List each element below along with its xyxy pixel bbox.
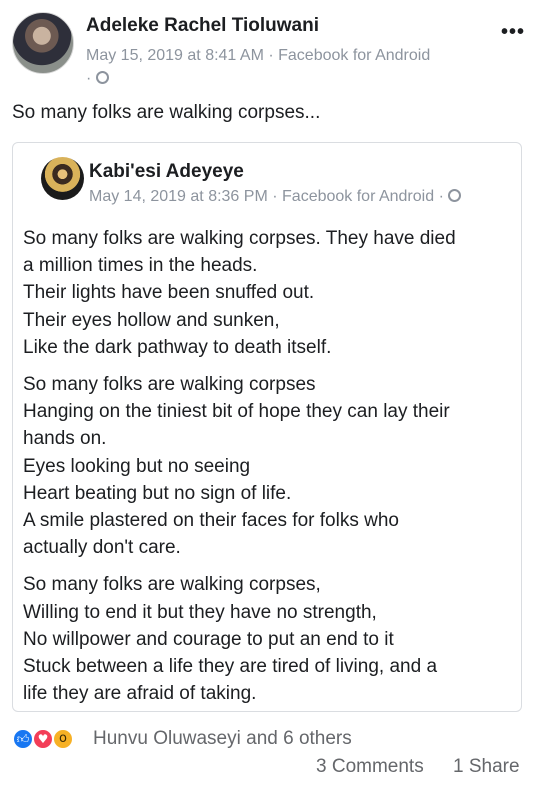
text-line: a million times in the heads.	[23, 255, 258, 277]
text-line: Their lights have been snuffed out.	[23, 282, 315, 304]
shared-post-meta: May 14, 2019 at 8:36 PM · Facebook for A…	[89, 188, 462, 206]
post-text: So many folks are walking corpses...	[12, 102, 321, 123]
love-icon: ♥	[32, 728, 54, 750]
post-source: Facebook for Android	[278, 47, 431, 64]
text-line: Heart beating but no sign of life.	[23, 482, 292, 504]
text-line: Hanging on the tiniest bit of hope they …	[23, 401, 450, 423]
text-line: So many folks are walking corpses	[23, 374, 316, 396]
text-line: So many folks are walking corpses. They …	[23, 228, 456, 249]
text-line: Eyes looking but no seeing	[23, 455, 251, 477]
shares-count[interactable]: 1 Share	[453, 756, 520, 778]
text-line: A smile plastered on their faces for fol…	[23, 510, 399, 532]
author-avatar[interactable]	[12, 12, 74, 74]
reactions-summary[interactable]: Hunvu Oluwaseyi and 6 others	[93, 728, 352, 750]
meta-separator: ·	[438, 188, 444, 205]
globe-icon	[448, 189, 462, 202]
post-date[interactable]: May 15, 2019 at 8:41 AM	[86, 47, 264, 64]
like-icon: 👍︎	[12, 728, 34, 750]
text-line: life they are afraid of taking.	[23, 683, 257, 705]
meta-separator: ·	[272, 188, 278, 205]
paragraph: So many folks are walking corpses, Willi…	[23, 571, 515, 707]
text-line: No willpower and courage to put an end t…	[23, 628, 394, 650]
post-meta: May 15, 2019 at 8:41 AM · Facebook for A…	[86, 44, 506, 90]
text-line: Their eyes hollow and sunken,	[23, 309, 280, 331]
text-line: Willing to end it but they have no stren…	[23, 601, 377, 623]
shared-post-date[interactable]: May 14, 2019 at 8:36 PM	[89, 188, 268, 205]
post-header: Adeleke Rachel Tioluwani May 15, 2019 at…	[12, 12, 527, 90]
paragraph: So many folks are walking corpses. They …	[23, 225, 515, 361]
shared-post-source: Facebook for Android	[282, 188, 435, 205]
text-line: actually don't care.	[23, 537, 181, 559]
wow-icon: o	[52, 728, 74, 750]
meta-separator: ·	[86, 70, 92, 87]
text-line: So many folks are walking corpses,	[23, 574, 321, 596]
shared-post-body: So many folks are walking corpses. They …	[23, 225, 515, 717]
paragraph: So many folks are walking corpses Hangin…	[23, 371, 515, 561]
text-line: Stuck between a life they are tired of l…	[23, 656, 438, 678]
more-options-button[interactable]: •••	[501, 21, 525, 44]
text-line: Like the dark pathway to death itself.	[23, 336, 332, 358]
shared-author-avatar[interactable]	[41, 157, 84, 200]
facebook-post: Adeleke Rachel Tioluwani May 15, 2019 at…	[0, 0, 539, 793]
comments-count[interactable]: 3 Comments	[316, 756, 424, 778]
shared-author-name[interactable]: Kabi'esi Adeyeye	[89, 161, 244, 183]
text-line: hands on.	[23, 428, 107, 450]
author-name[interactable]: Adeleke Rachel Tioluwani	[86, 15, 319, 37]
shared-post-card[interactable]: Kabi'esi Adeyeye May 14, 2019 at 8:36 PM…	[12, 142, 522, 712]
meta-separator: ·	[268, 47, 274, 64]
globe-icon	[95, 71, 109, 84]
